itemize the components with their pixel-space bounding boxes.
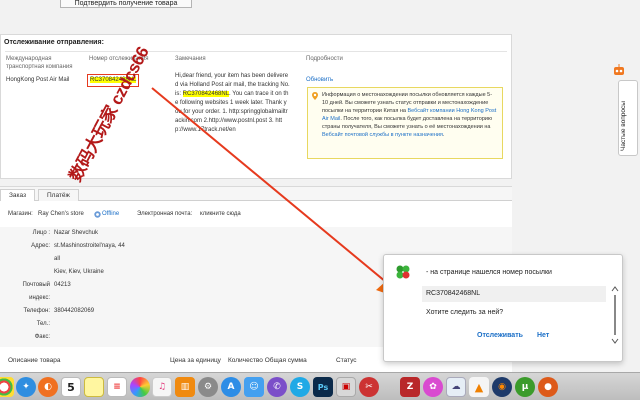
system-prefs-icon[interactable]: ⚙ [198, 377, 218, 397]
tracking-popup: - на странице нашелся номер посылки RC37… [383, 254, 623, 362]
cloud-icon[interactable]: ☁ [446, 377, 466, 397]
track-button[interactable]: Отслеживать [477, 332, 523, 339]
photoshop-icon[interactable]: Ps [313, 377, 333, 397]
mac-dock: ✦ ◐ 5 ≡ ♫ ▥ ⚙ A ☺ ✆ S Ps ▣ ✂ Z ✿ ☁ ▲ ◉ µ… [0, 372, 640, 400]
pdf-icon[interactable]: ▣ [336, 377, 356, 397]
ibooks-icon[interactable]: ▥ [175, 377, 195, 397]
scroll-thumb[interactable] [614, 295, 616, 335]
firefox-icon[interactable]: ◐ [38, 377, 58, 397]
popup-tracking-number: RC370842468NL [422, 286, 606, 302]
chrome-icon[interactable] [0, 377, 14, 397]
skype-icon[interactable]: S [290, 377, 310, 397]
scroll-up-icon[interactable] [611, 286, 619, 292]
notes-icon[interactable] [84, 377, 104, 397]
photos-icon[interactable] [130, 377, 150, 397]
popup-title: - на странице нашелся номер посылки [426, 269, 552, 276]
arrow-line [151, 87, 387, 283]
itunes-icon[interactable]: ♫ [152, 377, 172, 397]
vlc-icon[interactable]: ▲ [469, 377, 489, 397]
filezilla-icon[interactable]: Z [400, 377, 420, 397]
firefox-icon-2[interactable]: ◉ [492, 377, 512, 397]
viber-icon[interactable]: ✆ [267, 377, 287, 397]
finder-icon[interactable]: ☺ [244, 377, 264, 397]
utorrent-icon[interactable]: µ [515, 377, 535, 397]
popup-question: Хотите следить за ней? [426, 309, 504, 316]
app-store-icon[interactable]: A [221, 377, 241, 397]
tool-icon[interactable]: ✂ [359, 377, 379, 397]
flower-icon[interactable]: ✿ [423, 377, 443, 397]
popup-scrollbar[interactable] [611, 285, 619, 345]
calendar-icon[interactable]: 5 [61, 377, 81, 397]
no-button[interactable]: Нет [537, 332, 549, 339]
reminders-icon[interactable]: ≡ [107, 377, 127, 397]
safari-icon[interactable]: ✦ [16, 377, 36, 397]
scroll-down-icon[interactable] [611, 338, 619, 344]
clover-logo-icon [396, 265, 410, 279]
other-icon[interactable]: ● [538, 377, 558, 397]
